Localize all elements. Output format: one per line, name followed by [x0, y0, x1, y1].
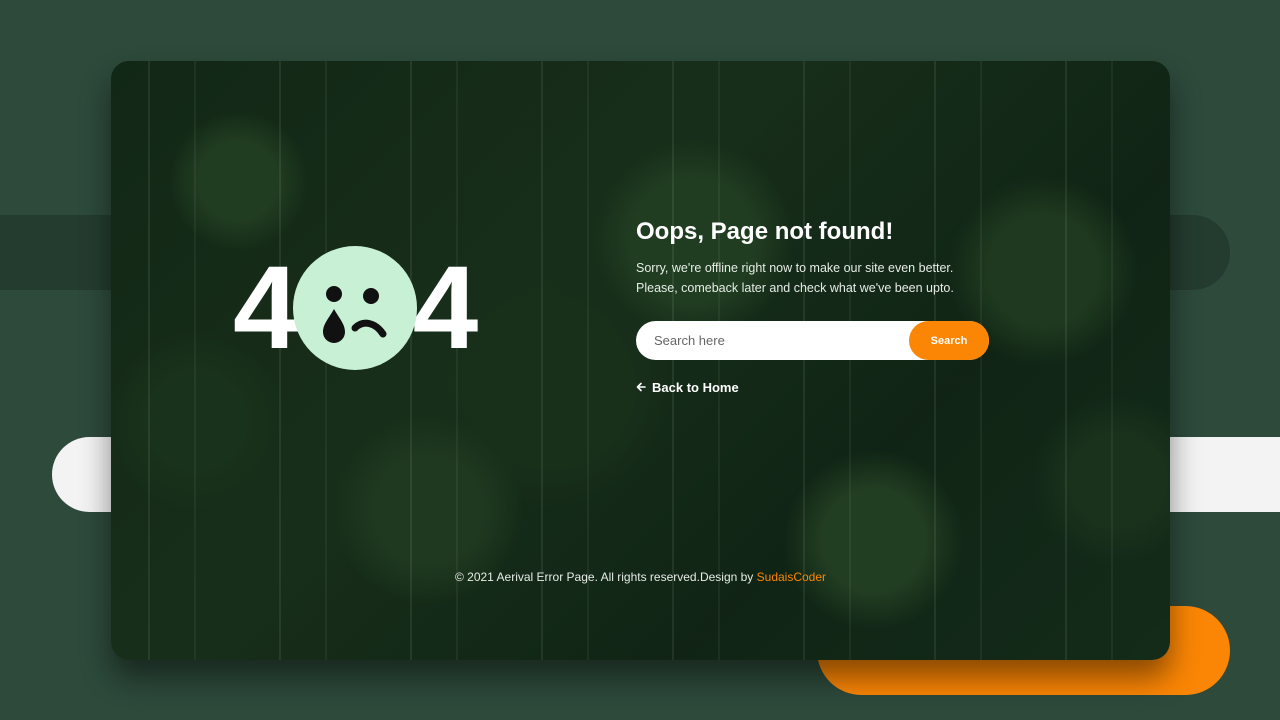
search-button[interactable]: Search [909, 321, 989, 360]
footer-credit-link[interactable]: SudaisCoder [757, 570, 826, 584]
crying-face-graphic [322, 286, 387, 343]
page-title: Oops, Page not found! [636, 218, 894, 245]
page-description: Sorry, we're offline right now to make o… [636, 261, 954, 295]
back-to-home-label: Back to Home [652, 380, 739, 395]
error-card: 4 4 Oops, Page not found! Sorry, we're o… [111, 61, 1170, 660]
error-content: Oops, Page not found! Sorry, we're offli… [636, 217, 1016, 397]
back-to-home-link[interactable]: Back to Home [636, 380, 739, 395]
error-code: 4 4 [233, 242, 479, 374]
error-digit-left: 4 [233, 242, 299, 374]
crying-face-icon [292, 246, 417, 370]
error-digit-right: 4 [412, 242, 479, 374]
search-input[interactable] [636, 321, 906, 360]
arrow-left-icon [636, 382, 646, 394]
footer-copyright: © 2021 Aerival Error Page. All rights re… [454, 570, 757, 584]
footer: © 2021 Aerival Error Page. All rights re… [111, 570, 1170, 584]
search-form: Search [636, 321, 989, 360]
